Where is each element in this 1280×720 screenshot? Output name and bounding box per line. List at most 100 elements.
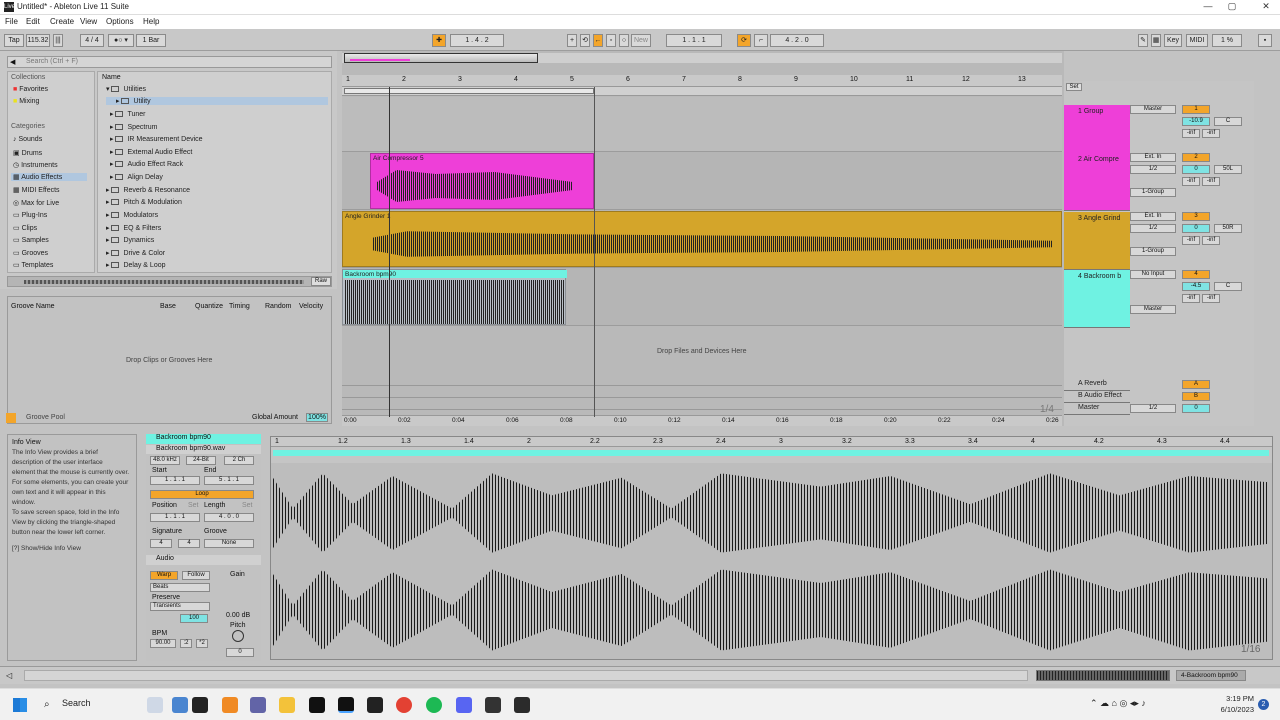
lane-group[interactable] — [342, 97, 1062, 152]
track4-pan[interactable]: C — [1214, 282, 1242, 291]
metronome-icon[interactable]: ||| — [53, 34, 63, 47]
keyboard-icon[interactable]: ▦ — [1151, 34, 1161, 47]
notification-app-icon[interactable] — [222, 697, 238, 713]
info-toggle-icon[interactable]: ◁ — [6, 671, 12, 680]
track2-volume[interactable]: 0 — [1182, 165, 1210, 174]
teams-icon[interactable] — [250, 697, 266, 713]
capture-icon[interactable]: ▫ — [606, 34, 616, 47]
track4-output[interactable]: Master — [1130, 305, 1176, 314]
clip-name-field[interactable]: Backroom bpm90 — [146, 434, 261, 444]
category-clips[interactable]: ▭ Clips — [13, 224, 37, 232]
song-position-field[interactable]: 1 . 4 . 2 — [450, 34, 504, 47]
global-amount-field[interactable]: 100% — [306, 413, 328, 422]
return-lane-b[interactable] — [342, 397, 1062, 409]
track3-volume[interactable]: 0 — [1182, 224, 1210, 233]
menu-file[interactable]: File — [5, 17, 18, 26]
app-icon[interactable] — [309, 697, 325, 713]
track-header-2[interactable]: 2 Air Compre — [1064, 153, 1130, 211]
folder-utilities[interactable]: ▾ Utilities — [106, 85, 146, 93]
search-icon[interactable]: ⌕ — [44, 699, 50, 710]
max-icon[interactable] — [367, 697, 383, 713]
track1-volume[interactable]: -10.9 — [1182, 117, 1210, 126]
minimize-button[interactable]: — — [1198, 1, 1218, 13]
track3-activator[interactable]: 3 — [1182, 212, 1210, 221]
category-samples[interactable]: ▭ Samples — [13, 236, 49, 244]
midi-map-button[interactable]: MIDI — [1186, 34, 1208, 47]
track2-output[interactable]: 1-Group — [1130, 188, 1176, 197]
position-field[interactable]: 1 . 1 . 1 — [150, 513, 200, 522]
key-map-button[interactable]: Key — [1164, 34, 1182, 47]
master-volume[interactable]: 0 — [1182, 404, 1210, 413]
task-view-icon[interactable] — [192, 697, 208, 713]
return-lane-a[interactable] — [342, 385, 1062, 397]
category-plugins[interactable]: ▭ Plug-Ins — [13, 211, 47, 219]
track1-activator[interactable]: 1 — [1182, 105, 1210, 114]
collection-favorites[interactable]: ■ Favorites — [13, 86, 48, 93]
app-icon[interactable] — [514, 697, 530, 713]
folder-drive-color[interactable]: ▸ Drive & Color — [106, 249, 165, 257]
track3-input-sub[interactable]: 1/2 — [1130, 224, 1176, 233]
device-spectrum[interactable]: ▸ Spectrum — [110, 123, 157, 131]
follow-icon[interactable]: ✚ — [432, 34, 446, 47]
folder-reverb[interactable]: ▸ Reverb & Resonance — [106, 186, 190, 194]
loop-toggle-icon[interactable]: ⟳ — [737, 34, 751, 47]
system-tray-icons[interactable]: ⌃ ☁ ⌂ ◎ ◂▸ ♪ — [1090, 698, 1146, 709]
track1-pan[interactable]: C — [1214, 117, 1242, 126]
category-templates[interactable]: ▭ Templates — [13, 261, 53, 269]
device-tuner[interactable]: ▸ Tuner — [110, 110, 146, 118]
taskbar-search[interactable]: Search — [62, 698, 91, 708]
time-ruler[interactable]: 0:00 0:02 0:04 0:06 0:08 0:10 0:12 0:14 0:16 0:18… — [342, 415, 1062, 426]
set-button[interactable]: Set — [1066, 83, 1082, 91]
spotify-icon[interactable] — [426, 697, 442, 713]
groove-selector[interactable]: None — [204, 539, 254, 548]
loop-start-field[interactable]: 1 . 1 . 1 — [666, 34, 722, 47]
pitch-field[interactable]: 0 — [226, 648, 254, 657]
reenable-automation-icon[interactable]: ← — [593, 34, 603, 47]
loop-switch-icon[interactable]: ○ — [619, 34, 629, 47]
browser-search-input[interactable]: Search (Ctrl + F) — [7, 56, 332, 68]
automation-arm-icon[interactable]: ⟲ — [580, 34, 590, 47]
maximize-button[interactable]: ▢ — [1222, 1, 1242, 13]
tap-button[interactable]: Tap — [4, 34, 24, 47]
device-audio-effect-rack[interactable]: ▸ Audio Effect Rack — [110, 160, 183, 168]
track4-volume[interactable]: -4.5 — [1182, 282, 1210, 291]
master-output[interactable]: 1/2 — [1130, 404, 1176, 413]
tempo-field[interactable]: 115.32 — [26, 34, 50, 47]
track1-output[interactable]: Master — [1130, 105, 1176, 114]
groove-pool-icon[interactable] — [6, 413, 16, 423]
folder-pitch[interactable]: ▸ Pitch & Modulation — [106, 198, 182, 206]
close-button[interactable]: ✕ — [1256, 1, 1276, 13]
track2-input-sub[interactable]: 1/2 — [1130, 165, 1176, 174]
track4-input[interactable]: No Input — [1130, 270, 1176, 279]
folder-modulators[interactable]: ▸ Modulators — [106, 211, 158, 219]
file-explorer-icon[interactable] — [279, 697, 295, 713]
return-a-activator[interactable]: A — [1182, 380, 1210, 389]
warp-mode-select[interactable]: Beats — [150, 583, 210, 592]
sample-editor[interactable]: 1 1.2 1.3 1.4 2 2.2 2.3 2.4 3 3.2 3.3 3.4 4 4.2 4.3 4.4… — [270, 436, 1273, 660]
lane-air-compressor[interactable]: Air Compressor 5 — [342, 152, 1062, 210]
clip-backroom[interactable]: Backroom bpm90 — [342, 269, 567, 325]
device-align-delay[interactable]: ▸ Align Delay — [110, 173, 163, 181]
lane-angle-grinder[interactable]: Angle Grinder 1 — [342, 210, 1062, 268]
device-ir-measurement[interactable]: ▸ IR Measurement Device — [110, 135, 203, 143]
track3-pan[interactable]: 50R — [1214, 224, 1242, 233]
overdub-icon[interactable]: + — [567, 34, 577, 47]
position-set[interactable]: Set — [188, 502, 199, 509]
metronome-toggle[interactable]: ●○ ▾ — [108, 34, 134, 47]
collection-mixing[interactable]: ■ Mixing — [13, 98, 39, 105]
category-sounds[interactable]: ♪ Sounds — [13, 136, 42, 143]
double-tempo-button[interactable]: *2 — [196, 639, 208, 648]
device-external-audio-effect[interactable]: ▸ External Audio Effect — [110, 148, 192, 156]
chrome-icon[interactable] — [396, 697, 412, 713]
envelope-value[interactable]: 100 — [180, 614, 208, 623]
category-midi-effects[interactable]: ▦ MIDI Effects — [13, 186, 60, 194]
track-header-4[interactable]: 4 Backroom b — [1064, 270, 1130, 328]
category-max-for-live[interactable]: ◎ Max for Live — [13, 199, 59, 207]
lane-backroom[interactable]: Backroom bpm90 — [342, 268, 1062, 326]
pitch-knob[interactable] — [232, 630, 244, 642]
audio-section-header[interactable]: Audio — [146, 555, 261, 565]
half-tempo-button[interactable]: :2 — [180, 639, 192, 648]
warp-button[interactable]: Warp — [150, 571, 178, 580]
track2-input[interactable]: Ext. In — [1130, 153, 1176, 162]
quantize-menu[interactable]: 1 Bar — [136, 34, 166, 47]
